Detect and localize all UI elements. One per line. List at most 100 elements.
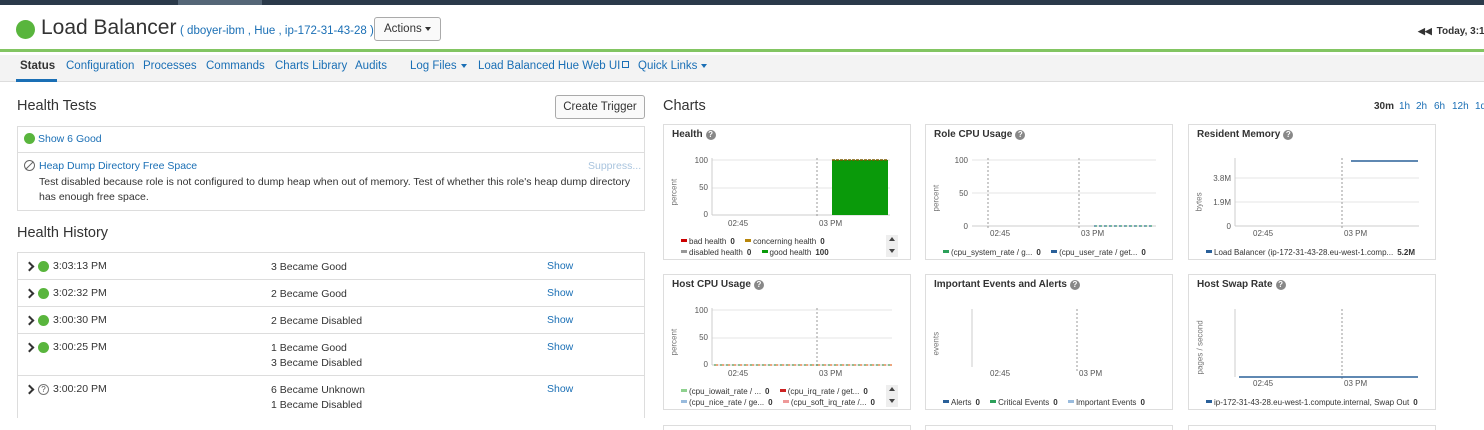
chart-panel-health[interactable]: Health? percent 100 50 0 02:45 03 PM bad… (663, 124, 911, 260)
chart-plot (1234, 158, 1419, 228)
legend-label: disabled health (689, 248, 743, 257)
legend-label: Load Balancer (ip-172-31-43-28.eu-west-1… (1214, 248, 1394, 257)
caret-down-icon (460, 63, 467, 68)
tab-processes[interactable]: Processes (143, 60, 197, 72)
chart-panel-resident-memory[interactable]: Resident Memory? bytes 3.8M 1.9M 0 02:45… (1188, 124, 1436, 260)
breadcrumb-service[interactable]: Hue (254, 25, 275, 37)
legend-label: bad health (689, 237, 727, 246)
table-row[interactable]: ? 3:00:20 PM 6 Became Unknown 1 Became D… (18, 376, 644, 418)
tab-configuration[interactable]: Configuration (66, 60, 134, 72)
x-tick-label: 03 PM (819, 369, 843, 378)
chart-panel-host-cpu[interactable]: Host CPU Usage? percent 100 50 0 02:45 0… (663, 274, 911, 410)
legend-label: (cpu_soft_irq_rate /... (790, 398, 867, 407)
legend-swatch (681, 400, 687, 404)
show-link[interactable]: Show (547, 341, 573, 353)
breadcrumb-cluster[interactable]: dboyer-ibm (187, 25, 245, 37)
range-1h[interactable]: 1h (1399, 101, 1410, 112)
table-row[interactable]: 3:03:13 PM 3 Became Good Show (18, 253, 644, 280)
breadcrumb-host[interactable]: ip-172-31-43-28 (285, 25, 367, 37)
chevron-right-icon[interactable] (24, 288, 35, 299)
scroll-up-icon[interactable] (889, 237, 895, 241)
rewind-icon[interactable]: ◀◀ (1418, 26, 1432, 36)
tab-quick-links[interactable]: Quick Links (638, 60, 708, 72)
health-tests-heading: Health Tests (17, 98, 97, 114)
chevron-right-icon[interactable] (24, 342, 35, 353)
create-trigger-button[interactable]: Create Trigger (555, 95, 645, 119)
history-event: 2 Became Disabled (271, 315, 363, 327)
table-row[interactable]: 3:00:30 PM 2 Became Disabled Show (18, 307, 644, 334)
chart-panel-events-alerts[interactable]: Important Events and Alerts? events 02:4… (925, 274, 1173, 410)
legend-label: good health (769, 248, 812, 257)
legend-swatch (779, 389, 786, 393)
history-time: 3:02:32 PM (53, 287, 107, 299)
range-1d[interactable]: 1d (1475, 101, 1484, 112)
legend-scrollbar[interactable] (886, 235, 898, 257)
tab-hue-web-ui-label: Load Balanced Hue Web UI (478, 60, 621, 72)
chevron-right-icon[interactable] (24, 261, 35, 272)
legend-value: 0 (975, 398, 980, 407)
chart-panel-partial[interactable] (1188, 425, 1436, 430)
legend-value: 0 (730, 237, 735, 246)
range-2h[interactable]: 2h (1416, 101, 1427, 112)
legend-value: 0 (1141, 248, 1146, 257)
legend-value: 0 (1036, 248, 1041, 257)
legend-swatch (990, 400, 997, 404)
chart-panel-role-cpu[interactable]: Role CPU Usage? percent 100 50 0 02:45 0… (925, 124, 1173, 260)
x-tick-label: 02:45 (990, 369, 1011, 378)
chevron-right-icon[interactable] (24, 315, 35, 326)
x-tick-label: 03 PM (1081, 229, 1105, 238)
legend-label: (cpu_iowait_rate / ... (689, 387, 762, 396)
suppress-link[interactable]: Suppress... (588, 160, 641, 172)
health-test-name[interactable]: Heap Dump Directory Free Space (39, 160, 197, 172)
chart-legend: ip-172-31-43-28.eu-west-1.compute.intern… (1206, 398, 1426, 407)
tab-audits[interactable]: Audits (355, 60, 387, 72)
charts-heading: Charts (663, 98, 706, 114)
tab-hue-web-ui[interactable]: Load Balanced Hue Web UI (478, 60, 630, 72)
show-good-label: Show 6 Good (38, 133, 102, 145)
show-good-link[interactable]: Show 6 Good (24, 132, 102, 145)
chart-legend: bad health 0 concerning health 0 disabled … (681, 237, 837, 257)
tab-commands[interactable]: Commands (206, 60, 265, 72)
chart-panel-partial[interactable] (663, 425, 911, 430)
chart-panel-partial[interactable] (925, 425, 1173, 430)
tab-status[interactable]: Status (20, 60, 55, 72)
range-12h[interactable]: 12h (1452, 101, 1469, 112)
health-history-heading: Health History (17, 225, 109, 241)
breadcrumb: ( dboyer-ibm , Hue , ip-172-31-43-28 ) (180, 25, 374, 37)
bar-good-health (832, 160, 888, 215)
legend-label: (cpu_irq_rate / get... (787, 387, 860, 396)
legend-label: (cpu_nice_rate / ge... (689, 398, 765, 407)
legend-value: 0 (768, 398, 773, 407)
history-event: 2 Became Good (271, 288, 347, 300)
good-status-icon (38, 261, 49, 272)
scroll-down-icon[interactable] (889, 399, 895, 403)
show-link[interactable]: Show (547, 260, 573, 272)
scroll-up-icon[interactable] (889, 387, 895, 391)
health-tests-panel: Show 6 Good Heap Dump Directory Free Spa… (17, 126, 645, 211)
actions-button[interactable]: Actions (374, 17, 441, 41)
legend-label: Alerts (951, 398, 972, 407)
table-row[interactable]: 3:00:25 PM 1 Became Good 3 Became Disabl… (18, 334, 644, 376)
show-link[interactable]: Show (547, 314, 573, 326)
status-icon (16, 20, 35, 39)
scroll-down-icon[interactable] (889, 249, 895, 253)
breadcrumb-sep: , (278, 25, 282, 37)
chevron-right-icon[interactable] (24, 384, 35, 395)
legend-scrollbar[interactable] (886, 385, 898, 407)
range-30m[interactable]: 30m (1374, 101, 1394, 112)
table-row[interactable]: 3:02:32 PM 2 Became Good Show (18, 280, 644, 307)
show-link[interactable]: Show (547, 287, 573, 299)
breadcrumb-sep: , (247, 25, 251, 37)
tab-log-files[interactable]: Log Files (410, 60, 467, 72)
chart-panel-host-swap[interactable]: Host Swap Rate? pages / second 02:45 03 … (1188, 274, 1436, 410)
history-time: 3:00:25 PM (53, 341, 107, 353)
tab-charts-library[interactable]: Charts Library (275, 60, 347, 72)
show-link[interactable]: Show (547, 383, 573, 395)
legend-row: (cpu_iowait_rate / ... 0 (cpu_irq_rate / … (681, 387, 883, 396)
history-event: 1 Became Good (271, 342, 347, 354)
page-title: Load Balancer (41, 16, 177, 39)
time-control[interactable]: ◀◀ Today, 3:12 I (1418, 26, 1484, 37)
caret-down-icon (701, 63, 708, 68)
range-6h[interactable]: 6h (1434, 101, 1445, 112)
chart-legend: Load Balancer (ip-172-31-43-28.eu-west-1… (1206, 248, 1423, 257)
